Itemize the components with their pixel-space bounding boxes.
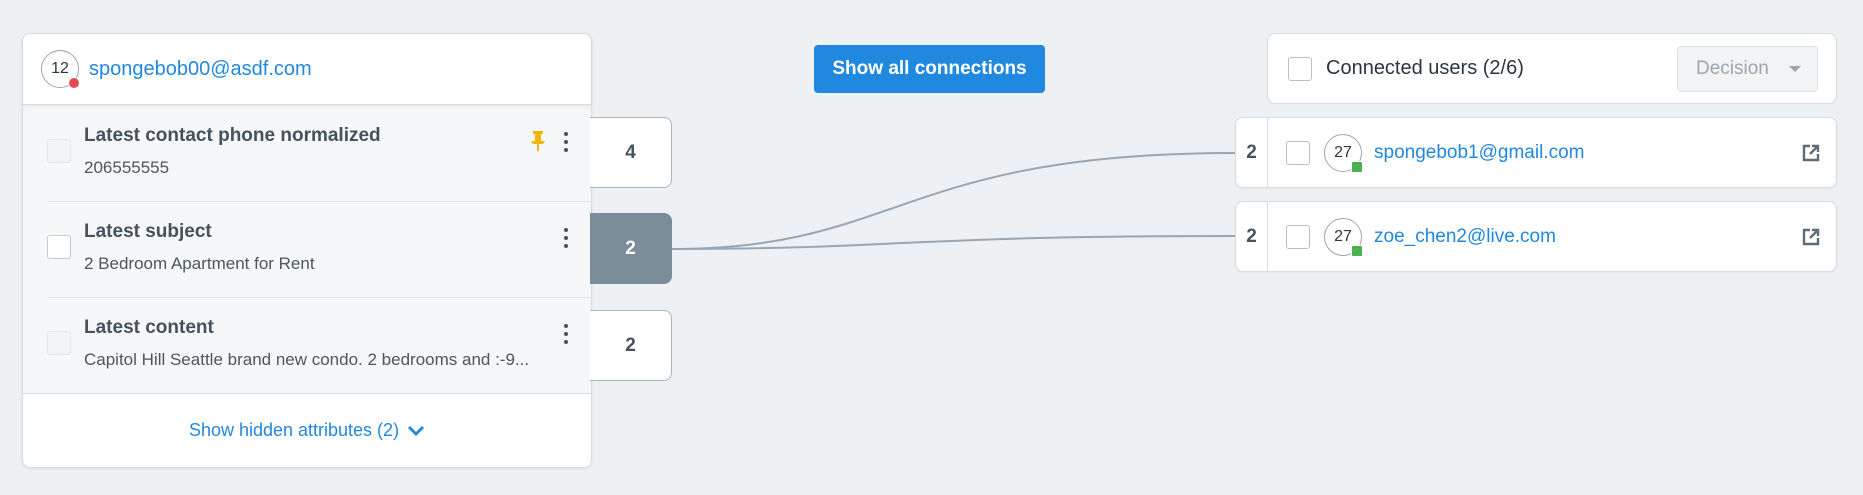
connection-line [671,152,1236,250]
attribute-value: 206555555 [84,158,170,177]
decision-label: Decision [1696,58,1769,79]
risk-score-badge: 27 [1324,133,1363,173]
primary-user-email-link[interactable]: spongebob00@asdf.com [89,58,312,81]
caret-down-icon [1789,66,1801,72]
pin-icon[interactable] [530,130,546,157]
connected-user-row: 2 27 zoe_chen2@live.com [1235,201,1837,272]
connected-users-header: Connected users (2/6) Decision [1267,33,1837,104]
attribute-row: Latest contact phone normalized 20655555… [23,105,591,201]
attribute-value: 2 Bedroom Apartment for Rent [84,254,315,273]
external-link-icon[interactable] [1802,144,1820,167]
attribute-title: Latest subject [84,221,212,242]
risk-score-value: 12 [51,60,69,77]
shared-attribute-count: 2 [1236,118,1268,187]
show-all-connections-button[interactable]: Show all connections [814,45,1045,93]
user-checkbox[interactable] [1286,224,1310,249]
attribute-title: Latest content [84,317,214,338]
decision-dropdown[interactable]: Decision [1677,46,1818,92]
attribute-title: Latest contact phone normalized [84,125,381,146]
connected-user-row: 2 27 spongebob1@gmail.com [1235,117,1837,188]
attribute-value: Capitol Hill Seattle brand new condo. 2 … [84,350,530,369]
risk-score-badge: 27 [1324,217,1363,257]
more-options-icon[interactable] [561,225,571,251]
select-all-checkbox[interactable] [1288,56,1312,81]
user-attributes-card: 12 spongebob00@asdf.com Latest contact p… [22,33,592,468]
user-checkbox[interactable] [1286,140,1310,165]
connected-user-email-link[interactable]: spongebob1@gmail.com [1374,142,1584,164]
connection-line [671,235,1236,250]
attribute-row: Latest subject 2 Bedroom Apartment for R… [23,201,591,297]
attribute-connection-count-tab[interactable]: 4 [590,117,672,188]
attribute-checkbox [47,331,71,355]
connected-user-email-link[interactable]: zoe_chen2@live.com [1374,226,1556,248]
show-hidden-attributes-link[interactable]: Show hidden attributes (2) [23,393,591,467]
connected-users-label: Connected users (2/6) [1326,57,1524,79]
risk-indicator-dot [1351,160,1363,173]
attribute-connection-count-tab[interactable]: 2 [590,310,672,381]
attribute-list: Latest contact phone normalized 20655555… [23,105,591,393]
external-link-icon[interactable] [1802,228,1820,251]
shared-attribute-count: 2 [1236,202,1268,271]
risk-score-badge: 12 [41,50,80,89]
attribute-checkbox[interactable] [47,235,71,259]
risk-indicator-dot [1351,244,1363,257]
risk-score-value: 27 [1334,227,1352,245]
show-hidden-attributes-label: Show hidden attributes (2) [188,420,400,440]
more-options-icon[interactable] [561,321,571,347]
more-options-icon[interactable] [561,129,571,155]
attribute-checkbox [47,139,71,163]
risk-indicator-dot [68,77,80,89]
chevron-down-icon [408,425,425,436]
primary-user-header: 12 spongebob00@asdf.com [23,34,591,105]
attribute-row: Latest content Capitol Hill Seattle bran… [23,297,591,393]
risk-score-value: 27 [1334,143,1352,161]
attribute-connection-count-tab-active[interactable]: 2 [590,213,672,284]
